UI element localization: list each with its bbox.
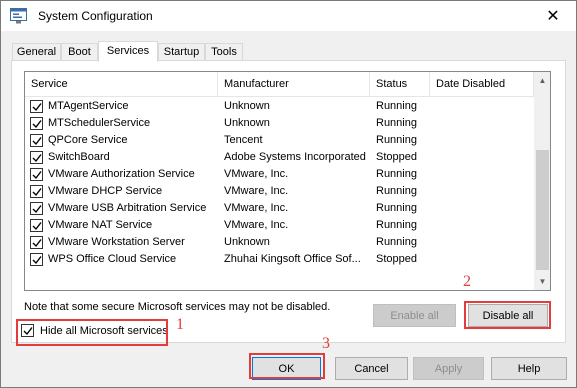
services-list-header: Service Manufacturer Status Date Disable… (25, 72, 534, 97)
scroll-up-arrow-icon[interactable]: ▲ (534, 72, 550, 89)
column-header-service[interactable]: Service (25, 72, 218, 97)
secure-services-note: Note that some secure Microsoft services… (24, 301, 331, 313)
highlight-box-disable-all (464, 301, 551, 329)
service-manufacturer: Unknown (224, 100, 270, 112)
service-status: Running (376, 117, 417, 129)
system-configuration-icon (10, 8, 27, 24)
service-manufacturer: VMware, Inc. (224, 185, 289, 197)
highlight-box-ok (249, 353, 325, 379)
service-manufacturer: Zhuhai Kingsoft Office Sof... (224, 253, 361, 265)
service-name: WPS Office Cloud Service (48, 253, 177, 265)
service-status: Running (376, 185, 417, 197)
tab-services[interactable]: Services (98, 41, 158, 62)
table-row[interactable]: VMware DHCP Service VMware, Inc. Running (25, 183, 534, 200)
service-status: Running (376, 219, 417, 231)
highlight-box-hide-microsoft (16, 319, 168, 346)
checkbox-checked-icon[interactable] (30, 151, 43, 164)
apply-button[interactable]: Apply (413, 357, 484, 380)
checkbox-checked-icon[interactable] (30, 253, 43, 266)
service-manufacturer: Unknown (224, 117, 270, 129)
service-name: VMware USB Arbitration Service (48, 202, 207, 214)
service-status: Running (376, 100, 417, 112)
scroll-down-arrow-icon[interactable]: ▼ (534, 273, 550, 290)
checkbox-checked-icon[interactable] (30, 134, 43, 147)
checkbox-checked-icon[interactable] (30, 185, 43, 198)
service-name: MTAgentService (48, 100, 129, 112)
service-name: VMware Authorization Service (48, 168, 195, 180)
callout-1: 1 (176, 316, 184, 333)
service-name: VMware Workstation Server (48, 236, 185, 248)
tab-startup[interactable]: Startup (158, 43, 205, 61)
table-row[interactable]: VMware NAT Service VMware, Inc. Running (25, 217, 534, 234)
service-status: Running (376, 134, 417, 146)
service-status: Running (376, 236, 417, 248)
checkbox-checked-icon[interactable] (30, 100, 43, 113)
callout-2: 2 (463, 273, 471, 290)
help-button[interactable]: Help (491, 357, 567, 380)
service-status: Running (376, 202, 417, 214)
service-status: Stopped (376, 151, 417, 163)
close-icon[interactable]: ✕ (530, 1, 576, 31)
service-manufacturer: Adobe Systems Incorporated (224, 151, 366, 163)
table-row[interactable]: VMware USB Arbitration Service VMware, In… (25, 200, 534, 217)
service-name: QPCore Service (48, 134, 128, 146)
tab-boot[interactable]: Boot (61, 43, 98, 61)
system-configuration-window: System Configuration ✕ General Boot Serv… (0, 0, 577, 388)
checkbox-checked-icon[interactable] (30, 219, 43, 232)
table-row[interactable]: QPCore Service Tencent Running (25, 132, 534, 149)
services-list[interactable]: Service Manufacturer Status Date Disable… (24, 71, 551, 291)
service-status: Stopped (376, 253, 417, 265)
checkbox-checked-icon[interactable] (30, 168, 43, 181)
title-bar: System Configuration ✕ (1, 1, 576, 31)
service-manufacturer: Tencent (224, 134, 263, 146)
checkbox-checked-icon[interactable] (30, 202, 43, 215)
service-name: VMware DHCP Service (48, 185, 163, 197)
table-row[interactable]: SwitchBoard Adobe Systems Incorporated Sto… (25, 149, 534, 166)
service-manufacturer: VMware, Inc. (224, 219, 289, 231)
service-manufacturer: Unknown (224, 236, 270, 248)
service-name: VMware NAT Service (48, 219, 153, 231)
column-header-status[interactable]: Status (370, 72, 430, 97)
tab-tools[interactable]: Tools (205, 43, 243, 61)
table-row[interactable]: VMware Authorization Service VMware, Inc.… (25, 166, 534, 183)
service-status: Running (376, 168, 417, 180)
scrollbar-thumb[interactable] (536, 150, 549, 270)
table-row[interactable]: WPS Office Cloud Service Zhuhai Kingsoft … (25, 251, 534, 268)
enable-all-button[interactable]: Enable all (373, 304, 456, 327)
service-name: MTSchedulerService (48, 117, 151, 129)
tab-general[interactable]: General (12, 43, 61, 61)
callout-3: 3 (322, 335, 330, 352)
service-manufacturer: VMware, Inc. (224, 168, 289, 180)
checkbox-checked-icon[interactable] (30, 236, 43, 249)
service-manufacturer: VMware, Inc. (224, 202, 289, 214)
column-header-date-disabled[interactable]: Date Disabled (430, 72, 534, 97)
table-row[interactable]: MTSchedulerService Unknown Running (25, 115, 534, 132)
checkbox-checked-icon[interactable] (30, 117, 43, 130)
table-row[interactable]: MTAgentService Unknown Running (25, 98, 534, 115)
table-row[interactable]: VMware Workstation Server Unknown Running (25, 234, 534, 251)
service-name: SwitchBoard (48, 151, 110, 163)
cancel-button[interactable]: Cancel (335, 357, 408, 380)
vertical-scrollbar[interactable]: ▲ ▼ (534, 72, 550, 290)
column-header-manufacturer[interactable]: Manufacturer (218, 72, 370, 97)
window-title: System Configuration (38, 9, 153, 23)
